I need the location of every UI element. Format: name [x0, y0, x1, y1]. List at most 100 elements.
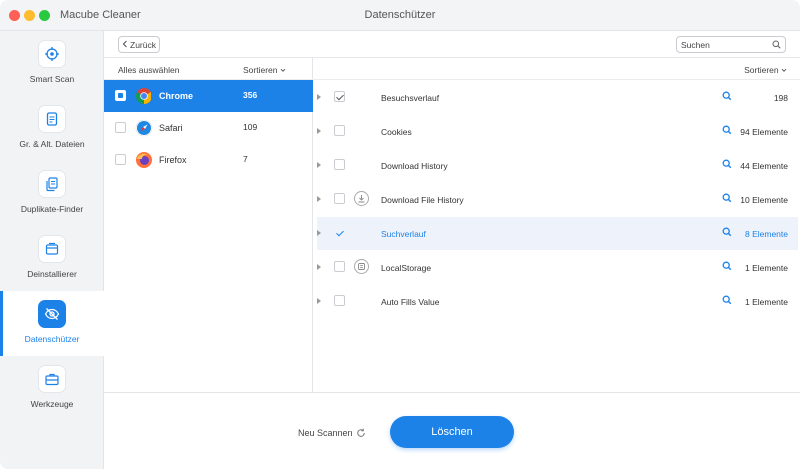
detail-row-suchverlauf[interactable]: Suchverlauf 8 Elemente	[317, 217, 798, 250]
item-count: 94 Elemente	[740, 127, 788, 137]
search-icon[interactable]	[722, 91, 732, 103]
sidebar-item-large-old-files[interactable]: Gr. & Alt. Dateien	[0, 96, 104, 161]
item-name: Cookies	[381, 127, 412, 137]
item-count: 1 Elemente	[745, 297, 788, 307]
item-checkbox[interactable]	[334, 261, 345, 272]
item-count: 198	[773, 93, 788, 103]
file-icon	[38, 105, 66, 133]
expand-arrow-icon[interactable]	[317, 94, 321, 100]
sidebar: Smart Scan Gr. & Alt. Dateien Duplikate-…	[0, 31, 104, 469]
detail-row-besuchsverlauf[interactable]: Besuchsverlauf 198	[317, 81, 798, 114]
storage-icon	[354, 259, 369, 274]
browser-checkbox[interactable]	[115, 154, 126, 165]
expand-arrow-icon[interactable]	[317, 264, 321, 270]
item-checkbox[interactable]	[334, 193, 345, 204]
browser-name: Firefox	[159, 155, 187, 165]
sort-details-button[interactable]: Sortieren	[744, 65, 787, 75]
browser-count: 7	[243, 154, 248, 164]
browser-row-safari[interactable]: Safari 109	[104, 112, 313, 144]
search-icon[interactable]	[722, 125, 732, 137]
browser-checkbox[interactable]	[115, 122, 126, 133]
rescan-label: Neu Scannen	[298, 428, 353, 438]
expand-arrow-icon[interactable]	[317, 196, 321, 202]
delete-button[interactable]: Löschen	[390, 416, 514, 448]
sidebar-item-tools[interactable]: Werkzeuge	[0, 356, 104, 421]
expand-arrow-icon[interactable]	[317, 128, 321, 134]
safari-icon	[135, 119, 153, 137]
item-name: Suchverlauf	[381, 229, 426, 239]
item-count: 1 Elemente	[745, 263, 788, 273]
expand-arrow-icon[interactable]	[317, 162, 321, 168]
detail-row-download-history[interactable]: Download History 44 Elemente	[317, 149, 798, 182]
target-icon	[38, 40, 66, 68]
window-title: Datenschützer	[364, 9, 436, 21]
detail-row-cookies[interactable]: Cookies 94 Elemente	[317, 115, 798, 148]
sidebar-item-duplicate-finder[interactable]: Duplikate-Finder	[0, 161, 104, 226]
toolbox-icon	[38, 365, 66, 393]
app-window: Macube Cleaner Datenschützer Smart Scan …	[0, 0, 800, 469]
chevron-down-icon	[781, 68, 787, 72]
rescan-button[interactable]: Neu Scannen	[298, 428, 366, 438]
chevron-down-icon	[280, 68, 286, 72]
browser-name: Safari	[159, 123, 183, 133]
item-count: 10 Elemente	[740, 195, 788, 205]
detail-header: Sortieren	[313, 58, 800, 80]
item-name: LocalStorage	[381, 263, 432, 273]
item-checkbox[interactable]	[334, 91, 345, 102]
refresh-icon	[356, 428, 365, 437]
uninstall-icon	[38, 235, 66, 263]
sidebar-item-label: Duplikate-Finder	[20, 204, 84, 214]
chrome-icon	[135, 87, 153, 105]
browser-checkbox[interactable]	[115, 90, 126, 101]
item-checkbox[interactable]	[334, 227, 345, 238]
detail-row-auto-fills-value[interactable]: Auto Fills Value 1 Elemente	[317, 285, 798, 318]
browser-count: 356	[243, 90, 258, 100]
sidebar-item-label: Smart Scan	[29, 74, 75, 84]
item-checkbox[interactable]	[334, 295, 345, 306]
item-checkbox[interactable]	[334, 125, 345, 136]
detail-row-localstorage[interactable]: LocalStorage 1 Elemente	[317, 251, 798, 284]
sidebar-item-label: Gr. & Alt. Dateien	[19, 139, 85, 149]
sidebar-item-label: Deinstallierer	[27, 269, 77, 279]
sort-browsers-button[interactable]: Sortieren	[243, 65, 286, 75]
sidebar-item-label: Werkzeuge	[30, 399, 74, 409]
search-icon[interactable]	[722, 227, 732, 239]
item-count: 8 Elemente	[745, 229, 788, 239]
search-input[interactable]	[677, 37, 769, 52]
search-icon[interactable]	[772, 40, 781, 51]
sidebar-item-smart-scan[interactable]: Smart Scan	[0, 31, 104, 96]
firefox-icon	[135, 151, 153, 169]
expand-arrow-icon[interactable]	[317, 298, 321, 304]
item-name: Auto Fills Value	[381, 297, 440, 307]
sidebar-item-privacy[interactable]: Datenschützer	[0, 291, 104, 356]
chevron-left-icon	[122, 40, 128, 50]
detail-panel: Sortieren Besuchsverlauf 198 Cookies 94 …	[313, 58, 800, 392]
search-icon[interactable]	[722, 261, 732, 273]
back-button-label: Zurück	[130, 39, 156, 50]
browser-list-header: Alles auswählen Sortieren	[104, 58, 313, 80]
eye-off-icon	[38, 300, 66, 328]
top-bar: Zurück	[104, 31, 800, 58]
duplicate-icon	[38, 170, 66, 198]
expand-arrow-icon[interactable]	[317, 230, 321, 236]
search-icon[interactable]	[722, 159, 732, 171]
browser-name: Chrome	[159, 91, 194, 101]
detail-row-download-file-history[interactable]: Download File History 10 Elemente	[317, 183, 798, 216]
search-icon[interactable]	[722, 193, 732, 205]
search-icon[interactable]	[722, 295, 732, 307]
item-name: Download File History	[381, 195, 464, 205]
sort-label: Sortieren	[744, 65, 779, 75]
search-box	[676, 36, 786, 53]
select-all-button[interactable]: Alles auswählen	[118, 65, 179, 75]
browser-row-firefox[interactable]: Firefox 7	[104, 144, 313, 176]
item-checkbox[interactable]	[334, 159, 345, 170]
sort-label: Sortieren	[243, 65, 278, 75]
browser-count: 109	[243, 122, 258, 132]
action-bar: Neu Scannen Löschen	[104, 392, 800, 469]
back-button[interactable]: Zurück	[118, 36, 160, 53]
title-bar: Macube Cleaner Datenschützer	[0, 0, 800, 31]
sidebar-item-uninstaller[interactable]: Deinstallierer	[0, 226, 104, 291]
browser-row-chrome[interactable]: Chrome 356	[104, 80, 313, 112]
sidebar-item-label: Datenschützer	[24, 334, 80, 344]
item-name: Download History	[381, 161, 448, 171]
